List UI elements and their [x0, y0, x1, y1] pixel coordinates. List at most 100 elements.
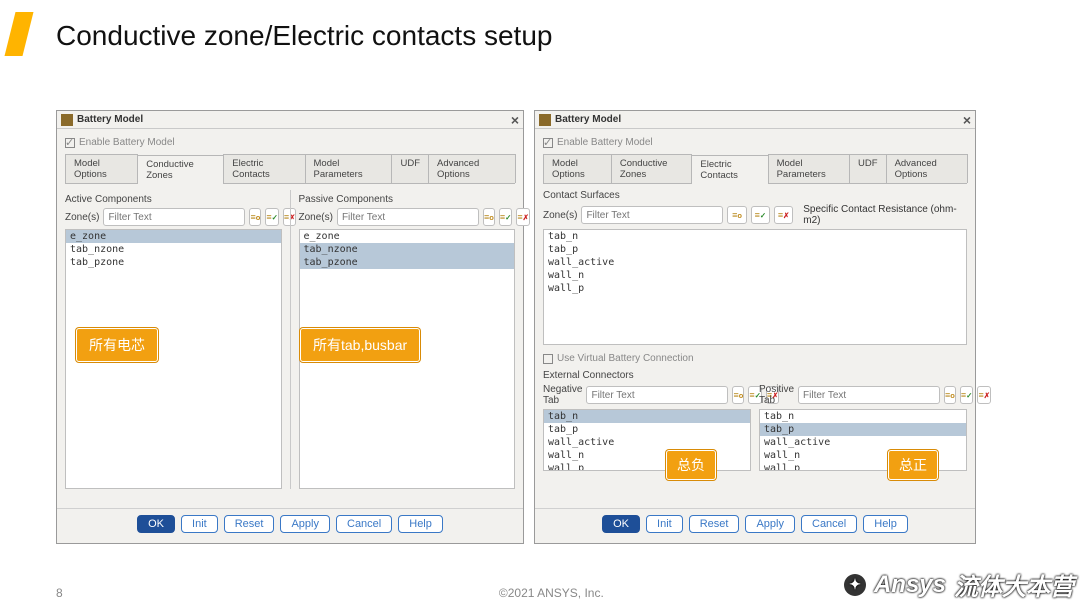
surfaces-filter-input[interactable]: [581, 206, 723, 224]
list-item[interactable]: tab_n: [760, 410, 966, 423]
filter-exact-icon[interactable]: ≡o: [944, 386, 956, 404]
tab-model-parameters[interactable]: Model Parameters: [768, 154, 850, 183]
list-item[interactable]: tab_nzone: [300, 243, 515, 256]
dialog-titlebar: Battery Model ×: [57, 111, 523, 129]
tab-electric-contacts[interactable]: Electric Contacts: [691, 155, 768, 184]
tab-conductive-zones[interactable]: Conductive Zones: [137, 155, 224, 184]
passive-filter-input[interactable]: [337, 208, 479, 226]
tab-model-options[interactable]: Model Options: [543, 154, 612, 183]
tab-conductive-zones[interactable]: Conductive Zones: [611, 154, 693, 183]
cancel-button[interactable]: Cancel: [336, 515, 392, 533]
tab-advanced-options[interactable]: Advanced Options: [428, 154, 516, 183]
close-icon[interactable]: ×: [963, 113, 971, 127]
zones-label: Zone(s): [65, 212, 99, 223]
filter-exact-icon[interactable]: ≡o: [732, 386, 744, 404]
passive-components-label: Passive Components: [299, 194, 516, 205]
tab-udf[interactable]: UDF: [849, 154, 887, 183]
deselect-all-icon[interactable]: ≡✗: [516, 208, 530, 226]
ok-button[interactable]: OK: [137, 515, 175, 533]
list-item[interactable]: wall_n: [544, 449, 750, 462]
list-item[interactable]: e_zone: [66, 230, 281, 243]
list-item[interactable]: tab_n: [544, 230, 966, 243]
list-item[interactable]: tab_p: [544, 423, 750, 436]
deselect-all-icon[interactable]: ≡✗: [977, 386, 991, 404]
dialog-title: Battery Model: [77, 114, 143, 125]
tabs: Model Options Conductive Zones Electric …: [543, 154, 967, 184]
filter-exact-icon[interactable]: ≡o: [483, 208, 495, 226]
surfaces-listbox[interactable]: tab_n tab_p wall_active wall_n wall_p: [543, 229, 967, 345]
list-item[interactable]: wall_active: [544, 256, 966, 269]
tabs: Model Options Conductive Zones Electric …: [65, 154, 515, 184]
active-filter-input[interactable]: [103, 208, 245, 226]
list-item[interactable]: e_zone: [300, 230, 515, 243]
callout-negative: 总负: [666, 450, 716, 480]
tab-model-options[interactable]: Model Options: [65, 154, 138, 183]
select-all-icon[interactable]: ≡✓: [499, 208, 513, 226]
page-number: 8: [56, 586, 63, 600]
close-icon[interactable]: ×: [511, 113, 519, 127]
filter-exact-icon[interactable]: ≡o: [727, 206, 746, 224]
callout-passive: 所有tab,busbar: [300, 328, 420, 362]
list-item[interactable]: tab_n: [544, 410, 750, 423]
apply-button[interactable]: Apply: [280, 515, 330, 533]
use-virtual-checkbox[interactable]: [543, 354, 553, 364]
list-item[interactable]: tab_p: [760, 423, 966, 436]
enable-battery-checkbox[interactable]: [543, 138, 553, 148]
list-item[interactable]: tab_p: [544, 243, 966, 256]
neg-listbox[interactable]: tab_n tab_p wall_active wall_n wall_p: [543, 409, 751, 471]
pos-filter-input[interactable]: [798, 386, 940, 404]
list-item[interactable]: wall_p: [544, 282, 966, 295]
active-components-label: Active Components: [65, 194, 282, 205]
reset-button[interactable]: Reset: [689, 515, 740, 533]
watermark-right: 流体大本营: [954, 567, 1074, 602]
watermark-left: Ansys: [874, 571, 946, 599]
callout-active: 所有电芯: [76, 328, 158, 362]
app-icon: [539, 114, 551, 126]
deselect-all-icon[interactable]: ≡✗: [774, 206, 793, 224]
tab-model-parameters[interactable]: Model Parameters: [305, 154, 393, 183]
help-button[interactable]: Help: [863, 515, 908, 533]
list-item[interactable]: tab_pzone: [66, 256, 281, 269]
zones-label: Zone(s): [543, 210, 577, 221]
dialog-buttons: OK Init Reset Apply Cancel Help: [57, 508, 523, 539]
negative-tab-label: Negative Tab: [543, 384, 582, 406]
wechat-icon: ✦: [844, 574, 866, 596]
enable-battery-label: Enable Battery Model: [557, 137, 653, 148]
dialog-buttons: OK Init Reset Apply Cancel Help: [535, 508, 975, 539]
slide-title: Conductive zone/Electric contacts setup: [56, 20, 552, 52]
apply-button[interactable]: Apply: [745, 515, 795, 533]
positive-tab-label: Positive Tab: [759, 384, 794, 406]
list-item[interactable]: tab_pzone: [300, 256, 515, 269]
list-item[interactable]: wall_n: [544, 269, 966, 282]
enable-battery-label: Enable Battery Model: [79, 137, 175, 148]
init-button[interactable]: Init: [646, 515, 683, 533]
list-item[interactable]: wall_p: [544, 462, 750, 471]
dialog-titlebar: Battery Model ×: [535, 111, 975, 129]
help-button[interactable]: Help: [398, 515, 443, 533]
contact-surfaces-label: Contact Surfaces: [543, 190, 967, 201]
select-all-icon[interactable]: ≡✓: [751, 206, 770, 224]
list-item[interactable]: tab_nzone: [66, 243, 281, 256]
init-button[interactable]: Init: [181, 515, 218, 533]
callout-positive: 总正: [888, 450, 938, 480]
tab-advanced-options[interactable]: Advanced Options: [886, 154, 968, 183]
app-icon: [61, 114, 73, 126]
list-item[interactable]: wall_active: [544, 436, 750, 449]
filter-exact-icon[interactable]: ≡o: [249, 208, 261, 226]
specific-resistance-label: Specific Contact Resistance (ohm-m2): [803, 204, 967, 226]
select-all-icon[interactable]: ≡✓: [960, 386, 974, 404]
ok-button[interactable]: OK: [602, 515, 640, 533]
cancel-button[interactable]: Cancel: [801, 515, 857, 533]
tab-udf[interactable]: UDF: [391, 154, 429, 183]
reset-button[interactable]: Reset: [224, 515, 275, 533]
tab-electric-contacts[interactable]: Electric Contacts: [223, 154, 305, 183]
copyright: ©2021 ANSYS, Inc.: [499, 586, 604, 600]
enable-battery-checkbox[interactable]: [65, 138, 75, 148]
select-all-icon[interactable]: ≡✓: [265, 208, 279, 226]
list-item[interactable]: wall_active: [760, 436, 966, 449]
divider: [290, 190, 291, 489]
dialog-title: Battery Model: [555, 114, 621, 125]
watermark: ✦ Ansys 流体大本营: [844, 567, 1074, 602]
use-virtual-label: Use Virtual Battery Connection: [557, 353, 694, 364]
neg-filter-input[interactable]: [586, 386, 728, 404]
